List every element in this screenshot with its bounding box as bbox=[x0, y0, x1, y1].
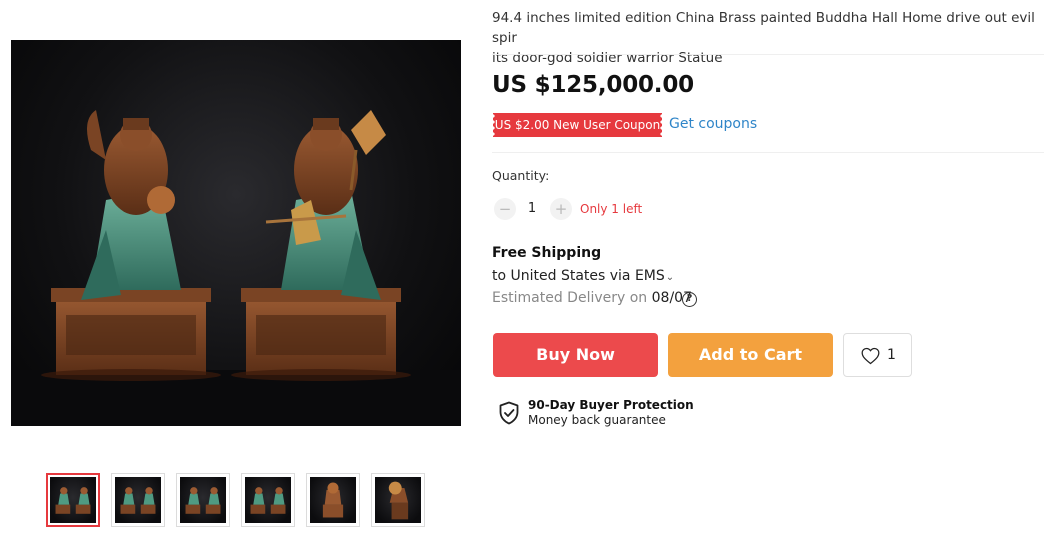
chevron-down-icon: ⌄ bbox=[665, 272, 675, 283]
buyer-protection-title: 90-Day Buyer Protection bbox=[528, 398, 694, 412]
thumbnail-art bbox=[322, 482, 344, 518]
thumbnail-art bbox=[250, 487, 286, 514]
thumbnail-image bbox=[310, 477, 356, 523]
shipping-destination-text: to United States via EMS bbox=[492, 268, 665, 284]
thumbnail-image bbox=[115, 477, 161, 523]
divider bbox=[492, 54, 1044, 55]
thumbnail-image bbox=[50, 477, 96, 523]
question-circle-icon[interactable]: ? bbox=[682, 292, 697, 307]
shipping-destination-selector[interactable]: to United States via EMS⌄ bbox=[492, 268, 674, 284]
main-product-image[interactable] bbox=[11, 40, 461, 426]
thumbnail-2[interactable] bbox=[111, 473, 165, 527]
thumbnail-image bbox=[180, 477, 226, 523]
thumbnail-5[interactable] bbox=[306, 473, 360, 527]
thumbnail-image bbox=[245, 477, 291, 523]
shipping-title: Free Shipping bbox=[492, 245, 602, 261]
product-title: 94.4 inches limited edition China Brass … bbox=[492, 10, 1035, 66]
thumbnail-image bbox=[375, 477, 421, 523]
shield-check-icon bbox=[499, 401, 519, 425]
thumbnail-1[interactable] bbox=[46, 473, 100, 527]
divider bbox=[492, 152, 1044, 153]
thumbnail-3[interactable] bbox=[176, 473, 230, 527]
thumbnail-art bbox=[388, 481, 409, 520]
thumbnail-art bbox=[185, 487, 221, 514]
thumbnail-4[interactable] bbox=[241, 473, 295, 527]
add-to-cart-button[interactable]: Add to Cart bbox=[668, 333, 833, 377]
estimated-delivery: Estimated Delivery on 08/07 bbox=[492, 290, 692, 306]
wishlist-count: 1 bbox=[887, 347, 896, 363]
quantity-label: Quantity: bbox=[492, 168, 550, 183]
buyer-protection-subtitle: Money back guarantee bbox=[528, 413, 666, 427]
product-photo bbox=[11, 110, 461, 426]
wishlist-button[interactable]: 1 bbox=[843, 333, 912, 377]
quantity-value[interactable]: 1 bbox=[524, 201, 540, 216]
buy-now-button[interactable]: Buy Now bbox=[493, 333, 658, 377]
quantity-decrement-button[interactable]: − bbox=[494, 198, 516, 220]
get-coupons-link[interactable]: Get coupons bbox=[669, 116, 757, 132]
new-user-coupon-badge: US $2.00 New User Coupon bbox=[491, 113, 664, 137]
stock-note: Only 1 left bbox=[580, 202, 643, 216]
quantity-increment-button[interactable]: + bbox=[550, 198, 572, 220]
thumbnail-6[interactable] bbox=[371, 473, 425, 527]
product-price: US $125,000.00 bbox=[492, 72, 694, 98]
thumbnail-art bbox=[55, 487, 91, 514]
heart-icon bbox=[861, 347, 880, 365]
thumbnail-art bbox=[120, 487, 156, 514]
estimated-delivery-label: Estimated Delivery on bbox=[492, 290, 652, 306]
